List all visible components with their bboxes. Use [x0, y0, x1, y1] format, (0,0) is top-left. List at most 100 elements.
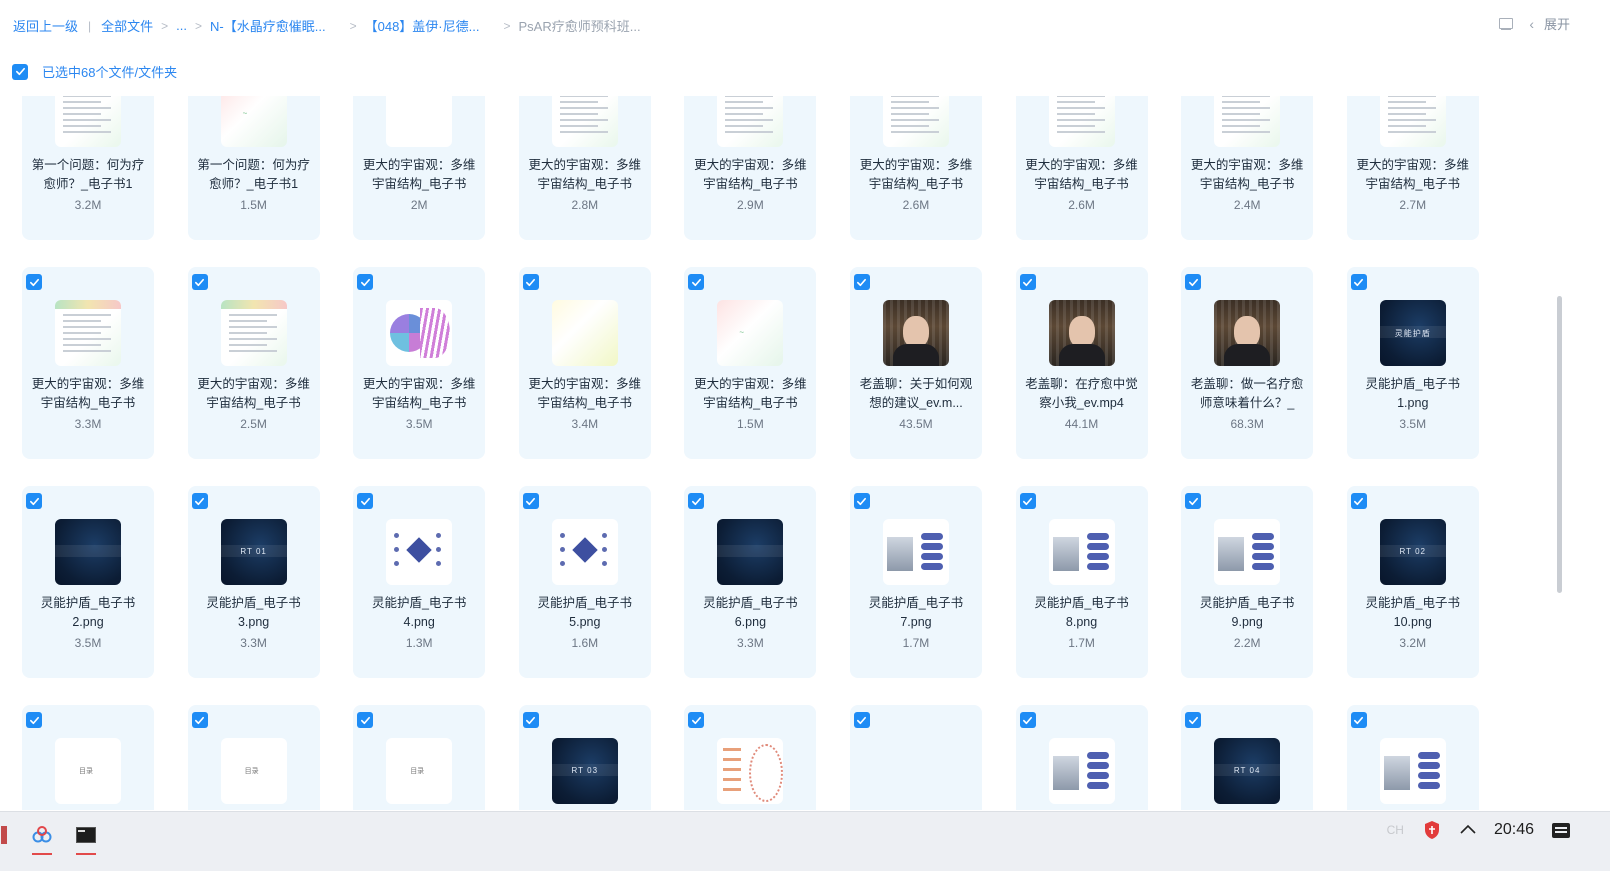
file-thumbnail[interactable] — [1214, 96, 1281, 147]
file-checkbox[interactable] — [522, 712, 539, 728]
file-thumbnail[interactable]: 目录 — [220, 738, 287, 804]
file-thumbnail[interactable]: 灵能护盾 — [1379, 300, 1446, 366]
file-card[interactable]: 更大的宇宙观：多维宇宙结构_电子书 2.4M — [1181, 96, 1314, 240]
baidu-netdisk-taskbar-button[interactable] — [26, 818, 58, 855]
file-name[interactable]: 更大的宇宙观：多维宇宙结构_电子书 — [359, 156, 479, 194]
file-card[interactable]: 老盖聊：关于如何观想的建议_ev.m... 43.5M — [849, 267, 982, 459]
file-name[interactable]: 灵能护盾_电子书7.png — [856, 594, 976, 632]
file-checkbox[interactable] — [1350, 712, 1367, 728]
file-name[interactable]: 更大的宇宙观：多维宇宙结构_电子书 — [525, 375, 645, 413]
file-checkbox[interactable] — [1185, 493, 1202, 509]
file-thumbnail[interactable]: 目录 — [55, 738, 121, 804]
file-card[interactable]: PART TWO 更大的宇宙观：多维宇宙结构_电子书 2M — [353, 96, 486, 240]
file-checkbox[interactable] — [688, 493, 705, 509]
file-thumbnail[interactable] — [55, 96, 121, 147]
file-thumbnail[interactable]: PART TWO — [386, 96, 453, 147]
file-name[interactable]: 灵能护盾_电子书3.png — [194, 594, 314, 632]
file-name[interactable]: 更大的宇宙观：多维宇宙结构_电子书 — [1353, 156, 1473, 194]
file-checkbox[interactable] — [688, 712, 705, 728]
file-checkbox[interactable] — [357, 493, 374, 509]
file-thumbnail[interactable] — [1048, 519, 1115, 585]
file-card[interactable]: 更大的宇宙观：多维宇宙结构_电子书 2.6M — [1015, 96, 1148, 240]
file-name[interactable]: 灵能护盾_电子书1.png — [1353, 375, 1473, 413]
file-checkbox[interactable] — [522, 274, 539, 290]
file-checkbox[interactable] — [522, 493, 539, 509]
file-name[interactable]: 更大的宇宙观：多维宇宙结构_电子书 — [1022, 156, 1142, 194]
file-name[interactable]: 老盖聊：关于如何观想的建议_ev.m... — [856, 375, 976, 413]
file-checkbox[interactable] — [191, 493, 208, 509]
chevron-up-icon[interactable] — [1460, 821, 1476, 839]
file-card[interactable]: 更大的宇宙观：多维宇宙结构_电子书 2.5M — [187, 267, 320, 459]
file-checkbox[interactable] — [1350, 493, 1367, 509]
file-checkbox[interactable] — [357, 274, 374, 290]
file-card[interactable]: RT 02 灵能护盾_电子书10.png 3.2M — [1346, 486, 1479, 678]
breadcrumb-ellipsis[interactable]: ... — [176, 18, 187, 33]
file-name[interactable]: 灵能护盾_电子书8.png — [1022, 594, 1142, 632]
file-card[interactable] — [849, 705, 982, 810]
file-checkbox[interactable] — [853, 712, 870, 728]
file-thumbnail[interactable] — [551, 519, 618, 585]
file-card[interactable] — [684, 705, 817, 810]
file-thumbnail[interactable] — [1048, 300, 1115, 366]
file-name[interactable]: 灵能护盾_电子书4.png — [359, 594, 479, 632]
file-card[interactable]: 灵能护盾_电子书4.png 1.3M — [353, 486, 486, 678]
file-name[interactable]: 第一个问题：何为疗愈师？_电子书1 — [194, 156, 314, 194]
file-card[interactable]: 灵能护盾 灵能护盾_电子书1.png 3.5M — [1346, 267, 1479, 459]
file-checkbox[interactable] — [1350, 274, 1367, 290]
file-name[interactable]: 灵能护盾_电子书2.png — [28, 594, 148, 632]
file-name[interactable]: 老盖聊：在疗愈中觉察小我_ev.mp4 — [1022, 375, 1142, 413]
file-card[interactable]: 灵能护盾_电子书8.png 1.7M — [1015, 486, 1148, 678]
file-thumbnail[interactable] — [55, 300, 121, 366]
file-thumbnail[interactable]: 目录 — [386, 738, 453, 804]
language-indicator[interactable]: CH — [1387, 823, 1404, 837]
pinned-app-icon[interactable] — [0, 818, 10, 852]
file-card[interactable]: 灵能护盾_电子书7.png 1.7M — [849, 486, 982, 678]
file-card[interactable]: ~ 更大的宇宙观：多维宇宙结构_电子书 1.5M — [684, 267, 817, 459]
file-thumbnail[interactable] — [1379, 738, 1446, 804]
antivirus-icon[interactable] — [1422, 820, 1442, 840]
file-checkbox[interactable] — [26, 493, 42, 509]
file-card[interactable]: 老盖聊：在疗愈中觉察小我_ev.mp4 44.1M — [1015, 267, 1148, 459]
file-checkbox[interactable] — [1019, 493, 1036, 509]
file-card[interactable]: 第一个问题：何为疗愈师？_电子书1 3.2M — [22, 96, 154, 240]
file-card[interactable]: 更大的宇宙观：多维宇宙结构_电子书 3.3M — [22, 267, 154, 459]
file-thumbnail[interactable]: RT 02 — [1379, 519, 1446, 585]
file-thumbnail[interactable] — [882, 300, 949, 366]
file-card[interactable]: 更大的宇宙观：多维宇宙结构_电子书 3.4M — [518, 267, 651, 459]
file-card[interactable]: RT 03 — [518, 705, 651, 810]
file-checkbox[interactable] — [191, 712, 208, 728]
file-card[interactable]: RT 04 — [1181, 705, 1314, 810]
file-checkbox[interactable] — [191, 274, 208, 290]
file-thumbnail[interactable] — [1214, 300, 1281, 366]
file-name[interactable]: 更大的宇宙观：多维宇宙结构_电子书 — [690, 375, 810, 413]
file-thumbnail[interactable]: RT 03 — [551, 738, 618, 804]
expand-button[interactable]: ‹ 展开 — [1529, 14, 1570, 33]
file-thumbnail[interactable]: RT 04 — [1214, 738, 1281, 804]
file-name[interactable]: 更大的宇宙观：多维宇宙结构_电子书 — [525, 156, 645, 194]
view-toggle-icon[interactable] — [1499, 17, 1514, 30]
file-checkbox[interactable] — [1019, 712, 1036, 728]
file-thumbnail[interactable] — [386, 519, 453, 585]
breadcrumb-item-folder-1[interactable]: N-【水晶疗愈催眠... — [210, 16, 326, 35]
file-checkbox[interactable] — [1185, 712, 1202, 728]
clock[interactable]: 20:46 — [1494, 821, 1534, 839]
file-name[interactable]: 老盖聊：做一名疗愈师意味着什么？_ — [1187, 375, 1307, 413]
file-thumbnail[interactable] — [1048, 738, 1115, 804]
file-checkbox[interactable] — [1185, 274, 1202, 290]
breadcrumb-all-files[interactable]: 全部文件 — [101, 16, 153, 35]
file-card[interactable]: RT 01 灵能护盾_电子书3.png 3.3M — [187, 486, 320, 678]
file-checkbox[interactable] — [1019, 274, 1036, 290]
file-name[interactable]: 灵能护盾_电子书6.png — [690, 594, 810, 632]
select-all-checkbox[interactable] — [12, 63, 28, 80]
file-card[interactable]: 目录 — [22, 705, 154, 810]
file-thumbnail[interactable] — [717, 519, 784, 585]
breadcrumb-item-folder-2[interactable]: 【048】盖伊·尼德... — [365, 16, 480, 35]
file-card[interactable]: 更大的宇宙观：多维宇宙结构_电子书 2.8M — [518, 96, 651, 240]
file-card[interactable]: 更大的宇宙观：多维宇宙结构_电子书 3.5M — [353, 267, 486, 459]
file-name[interactable]: 更大的宇宙观：多维宇宙结构_电子书 — [359, 375, 479, 413]
file-thumbnail[interactable] — [551, 300, 618, 366]
file-name[interactable]: 更大的宇宙观：多维宇宙结构_电子书 — [856, 156, 976, 194]
file-thumbnail[interactable]: ~ — [220, 96, 287, 147]
file-card[interactable]: 目录 — [353, 705, 486, 810]
file-name[interactable]: 更大的宇宙观：多维宇宙结构_电子书 — [194, 375, 314, 413]
